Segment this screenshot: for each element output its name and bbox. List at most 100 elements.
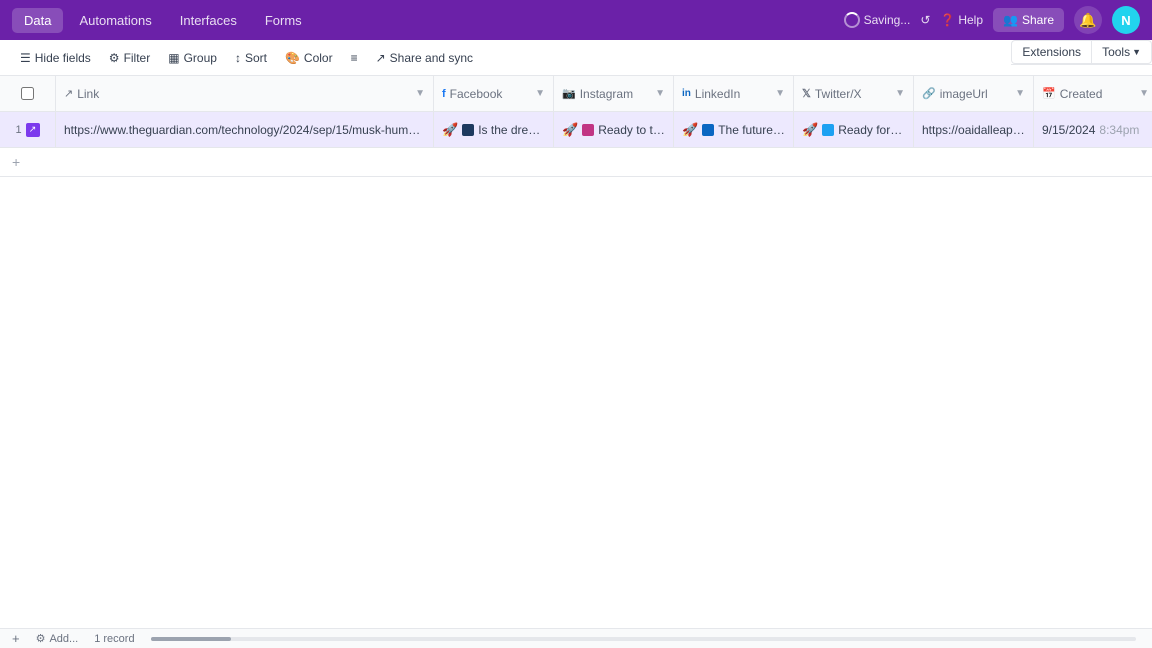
- bottom-add-icon: +: [12, 631, 20, 646]
- filter-button[interactable]: ⚙ Filter: [101, 47, 158, 69]
- linkedin-col-chevron: ▼: [775, 88, 785, 99]
- sort-icon: ↕: [235, 51, 241, 65]
- density-button[interactable]: ≡: [343, 47, 366, 69]
- saving-indicator: Saving...: [844, 12, 911, 28]
- created-col-label: Created: [1060, 87, 1103, 101]
- cell-instagram[interactable]: 🚀 Ready to take a trip t...: [554, 112, 674, 147]
- filter-icon: ⚙: [109, 51, 120, 65]
- linkedin-emoji: 🚀: [682, 122, 698, 138]
- created-date-value: 9/15/2024: [1042, 123, 1095, 137]
- share-sync-label: Share and sync: [390, 51, 473, 65]
- twitter-cell-content: 🚀 Ready for Mars? Elo...: [802, 122, 905, 138]
- color-button[interactable]: 🎨 Color: [277, 47, 341, 69]
- cell-facebook[interactable]: 🚀 Is the dream of hum...: [434, 112, 554, 147]
- facebook-col-label: Facebook: [450, 87, 503, 101]
- share-sync-icon: ↗: [376, 51, 386, 65]
- column-header-imageurl[interactable]: 🔗 imageUrl ▼: [914, 76, 1034, 111]
- horizontal-scrollbar[interactable]: [151, 637, 1136, 641]
- instagram-col-chevron: ▼: [655, 88, 665, 99]
- link-col-chevron: ▼: [415, 88, 425, 99]
- bottom-add-button[interactable]: +: [12, 631, 20, 646]
- share-button[interactable]: 👥 Share: [993, 8, 1064, 32]
- nav-tab-data[interactable]: Data: [12, 8, 63, 33]
- extensions-button[interactable]: Extensions: [1011, 40, 1091, 64]
- sort-label: Sort: [245, 51, 267, 65]
- tools-button[interactable]: Tools ▼: [1091, 40, 1152, 64]
- twitter-text: Ready for Mars? Elo...: [838, 123, 905, 137]
- group-label: Group: [184, 51, 217, 65]
- facebook-col-icon: f: [442, 88, 446, 100]
- imageurl-col-chevron: ▼: [1015, 88, 1025, 99]
- twitter-col-chevron: ▼: [895, 88, 905, 99]
- group-icon: ▦: [168, 51, 179, 65]
- sort-button[interactable]: ↕ Sort: [227, 47, 275, 69]
- filter-label: Filter: [124, 51, 151, 65]
- tools-label: Tools: [1102, 45, 1130, 59]
- notifications-button[interactable]: 🔔: [1074, 6, 1102, 34]
- cell-linkedin[interactable]: 🚀 The future is calling, an...: [674, 112, 794, 147]
- facebook-cell-content: 🚀 Is the dream of hum...: [442, 122, 545, 138]
- imageurl-value[interactable]: https://oaidalleapiprodscus...: [922, 123, 1025, 137]
- column-header-linkedin[interactable]: in LinkedIn ▼: [674, 76, 794, 111]
- column-header-link[interactable]: ↗ Link ▼: [56, 76, 434, 111]
- table-container: ↗ Link ▼ f Facebook ▼ 📷 Instagram ▼ in L…: [0, 76, 1152, 648]
- imageurl-col-icon: 🔗: [922, 87, 936, 100]
- share-sync-button[interactable]: ↗ Share and sync: [368, 47, 481, 69]
- linkedin-cell-content: 🚀 The future is calling, an...: [682, 122, 785, 138]
- bottom-bar: + ⚙ Add... 1 record: [0, 628, 1152, 648]
- hide-fields-icon: ☰: [20, 51, 31, 65]
- cell-twitter[interactable]: 🚀 Ready for Mars? Elo...: [794, 112, 914, 147]
- column-header-twitter[interactable]: 𝕏 Twitter/X ▼: [794, 76, 914, 111]
- undo-button[interactable]: ↺: [920, 13, 930, 27]
- table-body: 1 ↗ https://www.theguardian.com/technolo…: [0, 112, 1152, 648]
- column-header-created[interactable]: 📅 Created ▼: [1034, 76, 1152, 111]
- header-checkbox-cell[interactable]: [0, 76, 56, 111]
- table-row: 1 ↗ https://www.theguardian.com/technolo…: [0, 112, 1152, 148]
- row-checkbox-cell[interactable]: 1 ↗: [0, 112, 56, 147]
- nav-tab-forms[interactable]: Forms: [253, 8, 314, 33]
- created-col-icon: 📅: [1042, 87, 1056, 100]
- bottom-add-text: Add...: [49, 633, 78, 645]
- twitter-col-label: Twitter/X: [815, 87, 862, 101]
- share-label: Share: [1022, 13, 1054, 27]
- density-icon: ≡: [351, 51, 358, 65]
- bottom-add-field-button[interactable]: ⚙ Add...: [36, 632, 79, 645]
- add-row-plus-icon: +: [12, 154, 20, 170]
- column-header-instagram[interactable]: 📷 Instagram ▼: [554, 76, 674, 111]
- cell-link[interactable]: https://www.theguardian.com/technology/2…: [56, 112, 434, 147]
- cell-imageurl[interactable]: https://oaidalleapiprodscus...: [914, 112, 1034, 147]
- saving-spinner-icon: [844, 12, 860, 28]
- help-button[interactable]: ❓ Help: [940, 13, 983, 27]
- nav-tab-automations[interactable]: Automations: [67, 8, 163, 33]
- bottom-gear-icon: ⚙: [36, 632, 46, 645]
- twitter-color-dot: [822, 124, 834, 136]
- empty-space: [0, 177, 1152, 577]
- created-time-value: 8:34pm: [1099, 123, 1139, 137]
- cell-created: 9/15/2024 8:34pm: [1034, 112, 1152, 147]
- linkedin-color-dot: [702, 124, 714, 136]
- add-row-button[interactable]: +: [0, 148, 1152, 177]
- select-all-checkbox[interactable]: [21, 87, 34, 100]
- instagram-color-dot: [582, 124, 594, 136]
- instagram-col-label: Instagram: [580, 87, 633, 101]
- instagram-emoji: 🚀: [562, 122, 578, 138]
- column-header-facebook[interactable]: f Facebook ▼: [434, 76, 554, 111]
- facebook-col-chevron: ▼: [535, 88, 545, 99]
- scrollbar-thumb[interactable]: [151, 637, 231, 641]
- hide-fields-button[interactable]: ☰ Hide fields: [12, 47, 99, 69]
- group-button[interactable]: ▦ Group: [160, 47, 225, 69]
- table-header: ↗ Link ▼ f Facebook ▼ 📷 Instagram ▼ in L…: [0, 76, 1152, 112]
- row-expand-button[interactable]: ↗: [26, 123, 40, 137]
- nav-tab-interfaces[interactable]: Interfaces: [168, 8, 249, 33]
- instagram-col-icon: 📷: [562, 87, 576, 100]
- link-col-label: Link: [77, 87, 99, 101]
- instagram-text: Ready to take a trip t...: [598, 123, 665, 137]
- link-value[interactable]: https://www.theguardian.com/technology/2…: [64, 123, 425, 137]
- row-number: 1: [15, 124, 21, 136]
- twitter-col-icon: 𝕏: [802, 87, 811, 100]
- record-count: 1 record: [94, 633, 134, 645]
- link-col-icon: ↗: [64, 87, 73, 100]
- linkedin-col-label: LinkedIn: [695, 87, 740, 101]
- user-avatar[interactable]: N: [1112, 6, 1140, 34]
- color-label: Color: [304, 51, 333, 65]
